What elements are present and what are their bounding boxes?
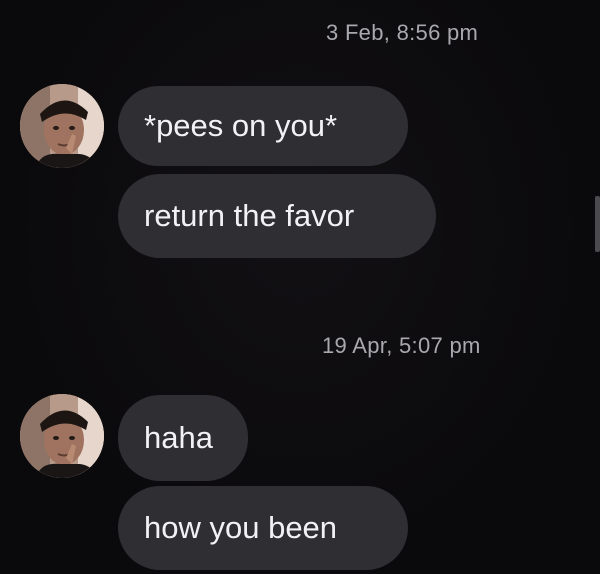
message-text: how you been <box>144 510 338 545</box>
message-text: *pees on you* <box>144 108 338 143</box>
message-bubble[interactable]: *pees on you* <box>118 86 408 166</box>
message-bubble[interactable]: return the favor <box>118 174 436 258</box>
message-text: return the favor <box>144 198 355 233</box>
message-bubble[interactable]: how you been <box>118 486 408 570</box>
scrollbar[interactable] <box>595 196 600 252</box>
message-bubble[interactable]: haha <box>118 395 248 481</box>
avatar[interactable] <box>20 394 104 478</box>
timestamp: 19 Apr, 5:07 pm <box>322 333 481 358</box>
profile-photo-icon <box>20 394 104 478</box>
chat-thread[interactable]: 3 Feb, 8:56 pm *pees on you* return the … <box>0 0 600 574</box>
avatar[interactable] <box>20 84 104 168</box>
message-text: haha <box>144 420 213 455</box>
profile-photo-icon <box>20 84 104 168</box>
timestamp: 3 Feb, 8:56 pm <box>326 20 479 45</box>
